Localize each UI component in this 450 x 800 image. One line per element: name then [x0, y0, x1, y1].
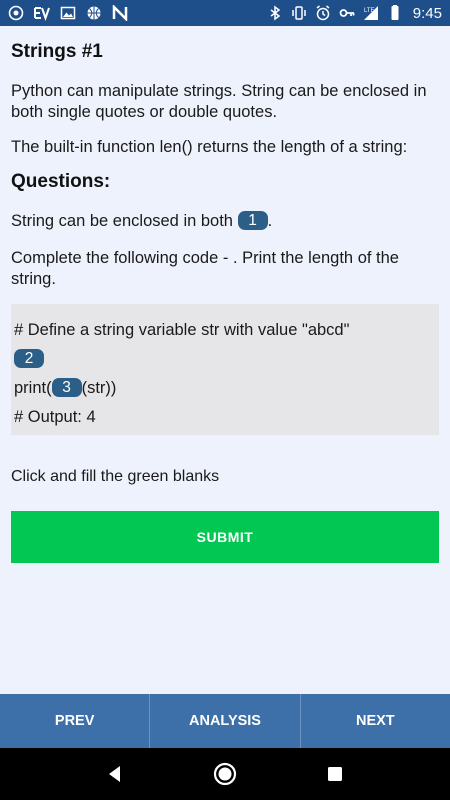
- blank-3[interactable]: 3: [51, 378, 82, 397]
- notification-icons: [8, 5, 128, 21]
- app-icon: [8, 5, 24, 21]
- fill-hint: Click and fill the green blanks: [11, 468, 220, 485]
- clock-time: 9:45: [412, 4, 442, 22]
- lte-signal-icon: LTE: [363, 5, 379, 21]
- image-icon: [60, 5, 76, 21]
- battery-icon: [387, 5, 403, 21]
- question-1-text-before: String can be enclosed in both: [11, 212, 238, 230]
- intro-paragraph-2: The built-in function len() returns the …: [11, 138, 408, 156]
- next-button[interactable]: NEXT: [301, 694, 450, 748]
- intro-paragraph-1: Python can manipulate strings. String ca…: [11, 82, 427, 121]
- code-line-4: # Output: 4: [14, 408, 96, 426]
- svg-text:LTE: LTE: [364, 8, 375, 14]
- code-line-3: print(3 (str)): [14, 374, 433, 403]
- vibrate-icon: [291, 5, 307, 21]
- recents-icon[interactable]: [323, 762, 347, 786]
- status-bar: LTE 9:45: [0, 0, 450, 26]
- system-icons: LTE 9:45: [267, 5, 442, 22]
- questions-heading: Questions:: [11, 171, 111, 192]
- code-block: # Define a string variable str with valu…: [11, 304, 439, 435]
- key-icon: [339, 5, 355, 21]
- question-1-text-after: .: [267, 212, 273, 230]
- lesson-content: Strings #1 Python can manipulate strings…: [11, 26, 439, 486]
- submit-button[interactable]: SUBMIT: [11, 511, 439, 563]
- blank-2[interactable]: 2: [14, 349, 44, 368]
- analysis-button[interactable]: ANALYSIS: [150, 694, 301, 748]
- back-icon[interactable]: [103, 762, 127, 786]
- n-icon: [112, 5, 128, 21]
- home-icon[interactable]: [213, 762, 237, 786]
- bottom-navigation: PREV ANALYSIS NEXT: [0, 694, 450, 748]
- page-title: Strings #1: [11, 41, 103, 62]
- basketball-icon: [86, 5, 102, 21]
- alarm-icon: [315, 5, 331, 21]
- question-1: String can be enclosed in both 1.: [11, 211, 439, 232]
- question-2: Complete the following code - . Print th…: [11, 249, 399, 288]
- code-line-2: 2: [14, 345, 433, 374]
- prev-button[interactable]: PREV: [0, 694, 151, 748]
- code-line-3-before: print(: [14, 379, 52, 397]
- blank-1[interactable]: 1: [237, 211, 268, 230]
- android-navigation-bar: [0, 748, 450, 800]
- ev-icon: [34, 5, 50, 21]
- bluetooth-icon: [267, 5, 283, 21]
- code-line-1: # Define a string variable str with valu…: [14, 321, 350, 339]
- code-line-3-after: (str)): [81, 379, 117, 397]
